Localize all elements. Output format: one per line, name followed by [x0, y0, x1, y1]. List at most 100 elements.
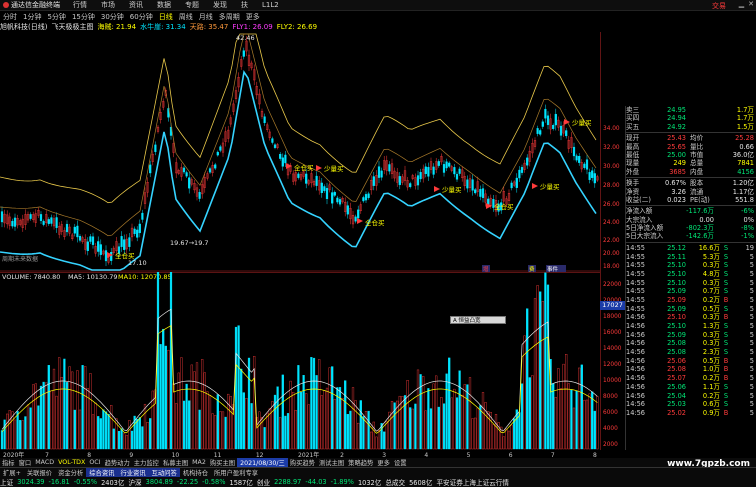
volume-header: VOLUME: 7840.80	[2, 273, 60, 281]
bid-row[interactable]: 买四 24.94 1.7万	[626, 114, 756, 122]
tab-main-monitor[interactable]: 主力监控	[132, 458, 161, 467]
tab-ma2[interactable]: MA2	[190, 459, 208, 466]
stock-name[interactable]: 旭帆科技(日线)	[0, 22, 47, 32]
bid-row[interactable]: 买五 24.92 1.5万	[626, 123, 756, 131]
industry-news-button[interactable]: 行业资讯	[117, 468, 149, 477]
flow-row: 净流入额 -117.6万 -6%	[626, 207, 754, 216]
tab-vol-tdx[interactable]: VOL-TDX	[56, 459, 87, 466]
chart-note: 周期未来数据	[2, 255, 38, 263]
related-quote-button[interactable]: 关联报价	[24, 468, 55, 477]
close-icon[interactable]: ✕	[748, 0, 754, 8]
y-tick: 34.00	[603, 126, 620, 132]
volume-chart[interactable]: VOLUME: 7840.80 MA5: 10130.79 MA10: 1207…	[0, 272, 600, 450]
period-tab[interactable]: 30分钟	[98, 12, 127, 22]
tab-strategy-trend[interactable]: 策略趋势	[346, 458, 375, 467]
tab-indicator[interactable]: 指标	[0, 458, 17, 467]
event-tag[interactable]: 增	[482, 265, 490, 272]
vol-tick: 4000	[603, 426, 618, 432]
tick-row: 14:56 25.08 1.0万 B 5	[626, 365, 754, 374]
broker-label[interactable]: 平安证券上海上证云行情	[436, 477, 509, 487]
menu-item-quotes[interactable]: 行情	[66, 0, 94, 10]
legend-item: 海贼: 21.94	[97, 23, 137, 31]
svg-text:事件: 事件	[547, 265, 559, 272]
menu-item-market[interactable]: 市场	[94, 0, 122, 10]
index-amount: 1587亿	[229, 479, 253, 487]
stat-row: 外盘 3685 内盘 4156	[626, 167, 754, 176]
index-change: -44.03	[305, 478, 327, 486]
price-axis: 34.00 32.00 30.00 28.00 26.00 24.00 22.0…	[600, 32, 622, 450]
period-tab-more[interactable]: 更多	[243, 12, 263, 22]
tab-macd[interactable]: MACD	[33, 459, 56, 466]
tab-private-main[interactable]: 私募主图	[161, 458, 190, 467]
tab-more[interactable]: 更多	[375, 458, 392, 467]
event-tag[interactable]: 费	[528, 265, 536, 272]
menu-item-support[interactable]: 扶	[234, 0, 255, 10]
period-tab[interactable]: 60分钟	[127, 12, 156, 22]
app-logo: 通达信金融终端	[0, 0, 66, 10]
candlestick-chart[interactable]: 42.46 17.10 19.67→19.7 周期未来数据 全仓买 全仓买 全仓…	[0, 32, 600, 272]
index-label[interactable]: 沪深	[128, 477, 141, 487]
period-tab[interactable]: 5分钟	[44, 12, 68, 22]
period-tab-active[interactable]: 日线	[156, 12, 176, 22]
svg-text:少量买: 少量买	[572, 119, 592, 127]
trade-link[interactable]: 交易	[712, 1, 726, 11]
vol-tick: 16000	[603, 330, 622, 336]
logo-icon	[3, 2, 9, 8]
x-tick: 2020年	[3, 451, 24, 458]
period-tab[interactable]: 月线	[196, 12, 216, 22]
expand-button[interactable]: 扩展+	[0, 468, 24, 477]
y-tick: 28.00	[603, 183, 620, 189]
y-tick: 22.00	[603, 238, 620, 244]
bottom-toolbar: 扩展+ 关联报价 资金分析 综合资讯 行业资讯 互动问答 机构持仓 所用户盈利专…	[0, 467, 756, 477]
menu-item-discover[interactable]: 发现	[206, 0, 234, 10]
fund-analysis-button[interactable]: 资金分析	[55, 468, 86, 477]
stat-row: 收益(二) 0.023 PE(动) 551.8	[626, 195, 754, 204]
institution-button[interactable]: 机构持仓	[180, 468, 211, 477]
indicator-legend: 旭帆科技(日线) 飞天极极主图 海贼: 21.94 水牛崖: 31.34 天路:…	[0, 22, 600, 32]
vol-tick: 14000	[603, 346, 622, 352]
tick-row: 14:56 25.08 0.3万 S 5	[626, 339, 754, 348]
minimize-icon[interactable]: ▁	[739, 0, 744, 8]
period-tab[interactable]: 15分钟	[69, 12, 98, 22]
menu-item-l1l2[interactable]: L1L2	[255, 1, 286, 9]
qa-button[interactable]: 互动问答	[148, 468, 180, 477]
svg-text:少量买: 少量买	[540, 183, 560, 191]
indicator-popup[interactable]: A 恒益凸宽	[450, 316, 506, 324]
vol-tick: 8000	[603, 394, 618, 400]
tab-buy-main[interactable]: 购买主图	[208, 458, 237, 467]
tab-settings[interactable]: 设置	[392, 458, 409, 467]
index-label[interactable]: 创业	[257, 477, 270, 487]
period-tab[interactable]: 周线	[176, 12, 196, 22]
legend-item: FLY1: 26.09	[232, 23, 273, 31]
profit-button[interactable]: 所用户盈利专享	[211, 468, 261, 477]
menu-item-news[interactable]: 资讯	[122, 0, 150, 10]
vol-tick: 22000	[603, 282, 622, 288]
event-tag[interactable]: 事件	[546, 265, 566, 272]
tab-window[interactable]: 窗口	[17, 458, 34, 467]
tab-oci[interactable]: OCI	[87, 459, 102, 466]
tab-buy-trend[interactable]: 购买趋势	[288, 458, 317, 467]
index-change: -22.25	[176, 478, 199, 486]
legend-item: 水牛崖: 31.34	[140, 23, 186, 31]
x-tick: 2021年	[298, 451, 319, 458]
ma10-label: MA10: 12070.85	[118, 273, 172, 281]
tab-trend-power[interactable]: 趋势动力	[103, 458, 132, 467]
tick-list[interactable]: 14:55 25.12 16.6万 S 19 14:55 25.11 5.3万 S 5 14:55 2…	[626, 244, 756, 418]
period-tab[interactable]: 多周期	[216, 12, 243, 22]
menu-item-topics[interactable]: 专题	[178, 0, 206, 10]
tick-row: 14:55 25.11 5.3万 S 5	[626, 252, 754, 261]
svg-text:增: 增	[483, 265, 489, 272]
menu-item-data[interactable]: 数据	[150, 0, 178, 10]
tab-test-main[interactable]: 测试主图	[317, 458, 346, 467]
date-axis: 2020年 7 8 9 10 11 12 2021年 2 3 4 5 6 7 8	[3, 451, 597, 458]
news-button[interactable]: 综合资讯	[86, 468, 118, 477]
period-tab[interactable]: 分时	[0, 12, 20, 22]
index-change: -16.81	[48, 478, 70, 486]
indicator-name[interactable]: 飞天极极主图	[51, 22, 93, 32]
period-tab[interactable]: 1分钟	[20, 12, 44, 22]
svg-text:全仓买: 全仓买	[494, 202, 514, 211]
ask-row[interactable]: 卖三 24.95 1.7万	[626, 106, 756, 114]
index-label[interactable]: 上证	[0, 477, 13, 487]
index-pct: -0.55%	[73, 478, 98, 486]
tick-row: 14:55 25.09 0.7万 S 5	[626, 287, 754, 296]
